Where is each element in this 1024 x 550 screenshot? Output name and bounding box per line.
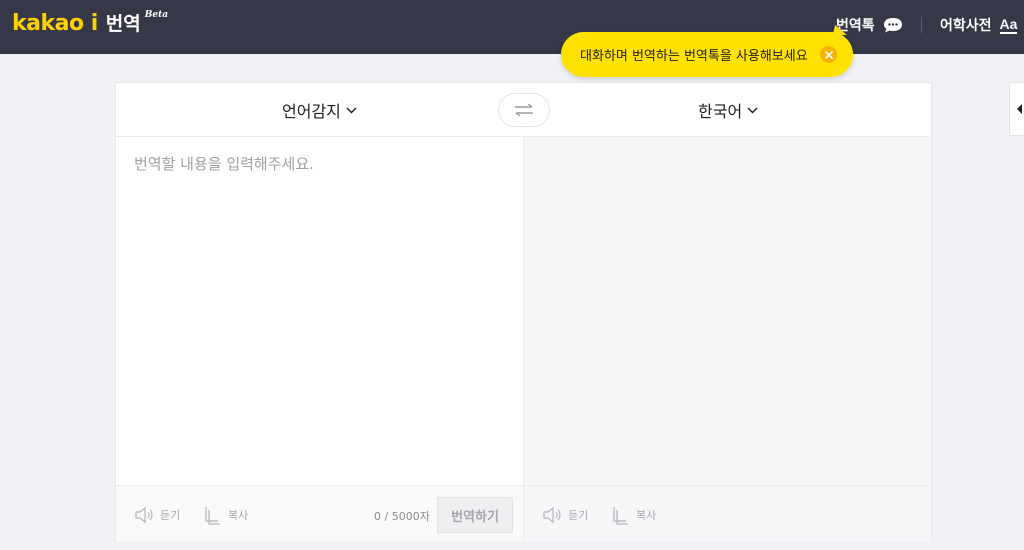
chevron-down-icon: [747, 106, 758, 114]
swap-arrows-icon: [515, 103, 533, 117]
source-listen-label: 듣기: [160, 509, 181, 522]
logo-brand: kakao i: [12, 11, 98, 36]
caret-left-icon: [1017, 104, 1022, 114]
header-divider: [921, 17, 922, 33]
speech-bubble-icon: [883, 18, 902, 33]
font-aa-icon: Aa: [999, 16, 1018, 34]
language-bar: 언어감지 한국어: [116, 83, 931, 137]
logo-service-name: 번역: [105, 13, 141, 35]
speaker-icon: [543, 506, 561, 524]
copy-icon: [613, 507, 628, 525]
dictionary-label: 어학사전: [940, 18, 992, 34]
source-copy-button[interactable]: 복사: [202, 504, 248, 526]
side-panel-toggle[interactable]: [1009, 82, 1024, 136]
tooltip-text: 대화하며 번역하는 번역톡을 사용해보세요: [580, 49, 808, 64]
close-icon: [824, 50, 833, 59]
target-toolbar: 듣기 복사: [524, 486, 931, 542]
target-pane: [524, 137, 931, 485]
translate-talk-tooltip: 대화하며 번역하는 번역톡을 사용해보세요: [561, 25, 853, 77]
target-listen-button[interactable]: 듣기: [542, 504, 588, 526]
kakao-i-translate-logo[interactable]: kakao i 번역 Beta: [12, 9, 168, 39]
swap-languages-button[interactable]: [498, 93, 550, 127]
source-pane: [116, 137, 524, 485]
target-listen-label: 듣기: [568, 509, 589, 522]
speaker-icon: [135, 506, 153, 524]
source-text-input[interactable]: [116, 137, 523, 485]
chevron-down-icon: [346, 106, 357, 114]
copy-icon: [205, 507, 220, 525]
target-language-select[interactable]: 한국어: [698, 99, 758, 121]
character-counter: 0 / 5000자: [374, 510, 430, 523]
translator-footer: 듣기 복사 0 / 5000자 번역하기 듣기 복사: [116, 485, 931, 542]
beta-badge: Beta: [144, 10, 169, 20]
dictionary-link[interactable]: 어학사전 Aa: [940, 14, 1018, 36]
source-copy-label: 복사: [228, 509, 249, 522]
source-listen-button[interactable]: 듣기: [134, 504, 180, 526]
target-copy-label: 복사: [636, 509, 657, 522]
top-header: kakao i 번역 Beta 번역톡 어학사전 Aa: [0, 0, 1024, 54]
translate-button[interactable]: 번역하기: [437, 497, 513, 533]
source-toolbar: 듣기 복사 0 / 5000자 번역하기: [116, 486, 524, 542]
target-copy-button[interactable]: 복사: [610, 504, 656, 526]
target-language-label: 한국어: [698, 102, 743, 121]
source-language-label: 언어감지: [282, 102, 341, 121]
source-language-select[interactable]: 언어감지: [282, 99, 357, 121]
translator-card: 언어감지 한국어 번역할 내용을 입력해주세요. 듣기 복사 0 / 5000자…: [115, 82, 932, 542]
tooltip-close-button[interactable]: [820, 46, 837, 63]
